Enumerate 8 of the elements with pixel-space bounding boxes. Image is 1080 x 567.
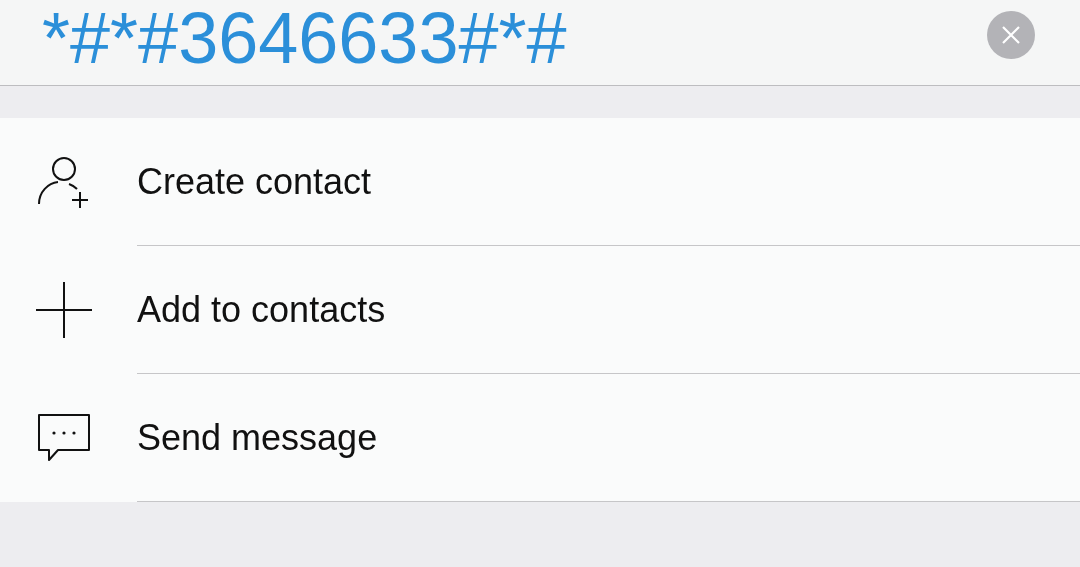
clear-button[interactable] xyxy=(987,10,1035,59)
message-icon xyxy=(36,413,91,463)
dialed-number: *#*#3646633#*# xyxy=(42,1,567,74)
action-item[interactable]: Send message xyxy=(137,416,378,459)
action-item[interactable]: Create contact xyxy=(137,160,372,203)
action-item[interactable]: Add to contacts xyxy=(137,288,386,331)
plus-icon xyxy=(33,280,94,340)
close-icon xyxy=(1001,24,1021,45)
